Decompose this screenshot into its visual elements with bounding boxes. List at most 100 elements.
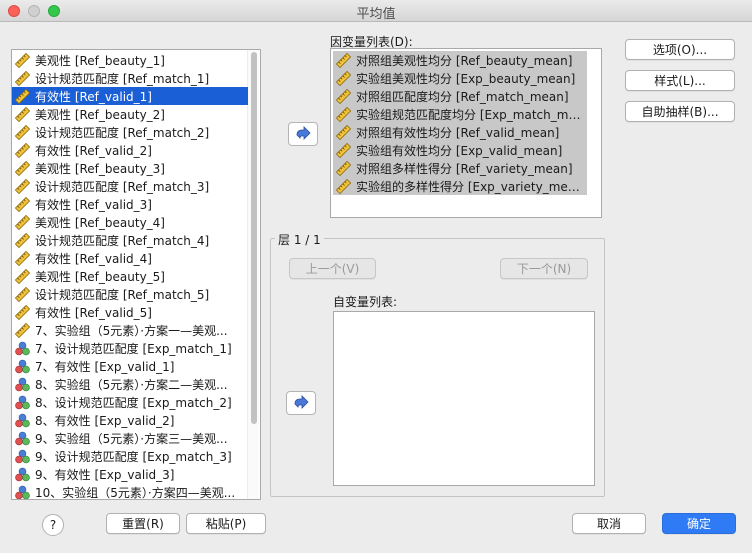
- source-list-item[interactable]: 有效性 [Ref_valid_2]: [12, 141, 248, 159]
- source-variable-list[interactable]: 美观性 [Ref_beauty_1] 设计规范匹配度 [Ref_match_1] 有…: [11, 49, 261, 500]
- source-list-item-label: 9、有效性 [Exp_valid_3]: [35, 467, 175, 482]
- dependent-list-item-label: 对照组美观性均分 [Ref_beauty_mean]: [356, 53, 573, 68]
- ruler-icon: [14, 52, 31, 68]
- source-list-item[interactable]: 9、有效性 [Exp_valid_3]: [12, 465, 248, 483]
- nominal-icon: [15, 431, 30, 446]
- source-list-item-label: 有效性 [Ref_valid_5]: [35, 305, 152, 320]
- source-list-item-label: 7、实验组（5元素）·方案一—美观...: [35, 323, 228, 338]
- source-list-item[interactable]: 7、实验组（5元素）·方案一—美观...: [12, 321, 248, 339]
- ruler-icon: [14, 106, 31, 122]
- source-list-item-label: 设计规范匹配度 [Ref_match_4]: [35, 233, 210, 248]
- style-button[interactable]: 样式(L)...: [625, 70, 735, 91]
- dependent-variable-list[interactable]: 对照组美观性均分 [Ref_beauty_mean] 实验组美观性均分 [Exp_…: [330, 48, 602, 218]
- ruler-icon: [14, 286, 31, 302]
- next-layer-button[interactable]: 下一个(N): [500, 258, 588, 279]
- dependent-list-item-label: 对照组有效性均分 [Ref_valid_mean]: [356, 125, 560, 140]
- source-list-item[interactable]: 有效性 [Ref_valid_4]: [12, 249, 248, 267]
- source-list-scroll-thumb[interactable]: [251, 52, 257, 424]
- source-list-item-label: 8、设计规范匹配度 [Exp_match_2]: [35, 395, 232, 410]
- independent-variable-list[interactable]: [333, 311, 595, 486]
- source-list-item-label: 有效性 [Ref_valid_1]: [35, 89, 152, 104]
- source-list-item[interactable]: 9、设计规范匹配度 [Exp_match_3]: [12, 447, 248, 465]
- ruler-icon: [14, 196, 31, 212]
- ruler-icon: [335, 178, 352, 194]
- dependent-list-item-label: 实验组的多样性得分 [Exp_variety_mean]: [356, 179, 587, 194]
- ruler-icon: [335, 142, 352, 158]
- source-list-item[interactable]: 美观性 [Ref_beauty_2]: [12, 105, 248, 123]
- source-list-item-label: 美观性 [Ref_beauty_1]: [35, 53, 165, 68]
- source-list-item[interactable]: 8、设计规范匹配度 [Exp_match_2]: [12, 393, 248, 411]
- source-list-item[interactable]: 7、设计规范匹配度 [Exp_match_1]: [12, 339, 248, 357]
- help-button[interactable]: ?: [42, 514, 64, 536]
- source-list-item[interactable]: 8、有效性 [Exp_valid_2]: [12, 411, 248, 429]
- ruler-icon: [335, 70, 352, 86]
- dependent-list-item[interactable]: 对照组有效性均分 [Ref_valid_mean]: [333, 123, 587, 141]
- source-list-item-label: 设计规范匹配度 [Ref_match_2]: [35, 125, 210, 140]
- source-list-item[interactable]: 美观性 [Ref_beauty_3]: [12, 159, 248, 177]
- source-list-item[interactable]: 美观性 [Ref_beauty_1]: [12, 51, 248, 69]
- nominal-icon: [15, 485, 30, 500]
- title-bar: 平均值: [0, 0, 752, 22]
- source-list-item-label: 7、设计规范匹配度 [Exp_match_1]: [35, 341, 232, 356]
- source-list-item[interactable]: 9、实验组（5元素）·方案三—美观...: [12, 429, 248, 447]
- dependent-list-item[interactable]: 实验组的多样性得分 [Exp_variety_mean]: [333, 177, 587, 195]
- source-list-item[interactable]: 7、有效性 [Exp_valid_1]: [12, 357, 248, 375]
- source-list-item[interactable]: 8、实验组（5元素）·方案二—美观...: [12, 375, 248, 393]
- dependent-list-item-label: 对照组匹配度均分 [Ref_match_mean]: [356, 89, 569, 104]
- dependent-list-item[interactable]: 实验组有效性均分 [Exp_valid_mean]: [333, 141, 587, 159]
- source-list-item[interactable]: 有效性 [Ref_valid_3]: [12, 195, 248, 213]
- source-list-item-label: 设计规范匹配度 [Ref_match_3]: [35, 179, 210, 194]
- previous-layer-button[interactable]: 上一个(V): [289, 258, 376, 279]
- ruler-icon: [335, 124, 352, 140]
- source-list-item-label: 有效性 [Ref_valid_3]: [35, 197, 152, 212]
- source-list-item[interactable]: 有效性 [Ref_valid_5]: [12, 303, 248, 321]
- dependent-list-item[interactable]: 对照组匹配度均分 [Ref_match_mean]: [333, 87, 587, 105]
- source-list-item-label: 美观性 [Ref_beauty_3]: [35, 161, 165, 176]
- source-list-item-label: 美观性 [Ref_beauty_2]: [35, 107, 165, 122]
- source-list-item[interactable]: 美观性 [Ref_beauty_5]: [12, 267, 248, 285]
- source-list-item[interactable]: 设计规范匹配度 [Ref_match_5]: [12, 285, 248, 303]
- cancel-button[interactable]: 取消: [572, 513, 646, 534]
- source-list-item-label: 9、设计规范匹配度 [Exp_match_3]: [35, 449, 232, 464]
- nominal-icon: [15, 395, 30, 410]
- source-list-item[interactable]: 10、实验组（5元素）·方案四—美观...: [12, 483, 248, 500]
- dependent-list-item-label: 对照组多样性得分 [Ref_variety_mean]: [356, 161, 573, 176]
- arrow-right-icon: [296, 126, 311, 140]
- ruler-icon: [14, 160, 31, 176]
- layer-label: 层 1 / 1: [275, 231, 324, 248]
- dependent-list-item[interactable]: 实验组规范匹配度均分 [Exp_match_me...: [333, 105, 587, 123]
- dependent-list-item-label: 实验组规范匹配度均分 [Exp_match_me...: [356, 107, 587, 122]
- options-button[interactable]: 选项(O)...: [625, 39, 735, 60]
- source-list-item[interactable]: 有效性 [Ref_valid_1]: [12, 87, 248, 105]
- source-list-item-label: 8、有效性 [Exp_valid_2]: [35, 413, 175, 428]
- source-list-item-label: 有效性 [Ref_valid_2]: [35, 143, 152, 158]
- source-list-item[interactable]: 设计规范匹配度 [Ref_match_3]: [12, 177, 248, 195]
- source-list-item[interactable]: 设计规范匹配度 [Ref_match_1]: [12, 69, 248, 87]
- ruler-icon: [14, 250, 31, 266]
- nominal-icon: [15, 377, 30, 392]
- ruler-icon: [335, 52, 352, 68]
- source-list-scrollbar[interactable]: [247, 50, 259, 499]
- source-list-item[interactable]: 设计规范匹配度 [Ref_match_2]: [12, 123, 248, 141]
- source-list-item-label: 9、实验组（5元素）·方案三—美观...: [35, 431, 228, 446]
- ruler-icon: [14, 178, 31, 194]
- reset-button[interactable]: 重置(R): [106, 513, 180, 534]
- source-list-item[interactable]: 设计规范匹配度 [Ref_match_4]: [12, 231, 248, 249]
- dependent-list-item[interactable]: 对照组多样性得分 [Ref_variety_mean]: [333, 159, 587, 177]
- move-to-dependent-button[interactable]: [288, 122, 318, 146]
- ruler-icon: [335, 106, 352, 122]
- source-list-item[interactable]: 美观性 [Ref_beauty_4]: [12, 213, 248, 231]
- dependent-list-item[interactable]: 对照组美观性均分 [Ref_beauty_mean]: [333, 51, 587, 69]
- source-list-item-label: 美观性 [Ref_beauty_4]: [35, 215, 165, 230]
- ruler-icon: [14, 268, 31, 284]
- paste-button[interactable]: 粘贴(P): [186, 513, 266, 534]
- dependent-list-item-label: 实验组有效性均分 [Exp_valid_mean]: [356, 143, 563, 158]
- bootstrap-button[interactable]: 自助抽样(B)...: [625, 101, 735, 122]
- source-list-item-label: 设计规范匹配度 [Ref_match_5]: [35, 287, 210, 302]
- dependent-list-item[interactable]: 实验组美观性均分 [Exp_beauty_mean]: [333, 69, 587, 87]
- ruler-icon: [335, 88, 352, 104]
- ruler-icon: [14, 124, 31, 140]
- ruler-icon: [14, 214, 31, 230]
- dependent-list-item-label: 实验组美观性均分 [Exp_beauty_mean]: [356, 71, 576, 86]
- ok-button[interactable]: 确定: [662, 513, 736, 534]
